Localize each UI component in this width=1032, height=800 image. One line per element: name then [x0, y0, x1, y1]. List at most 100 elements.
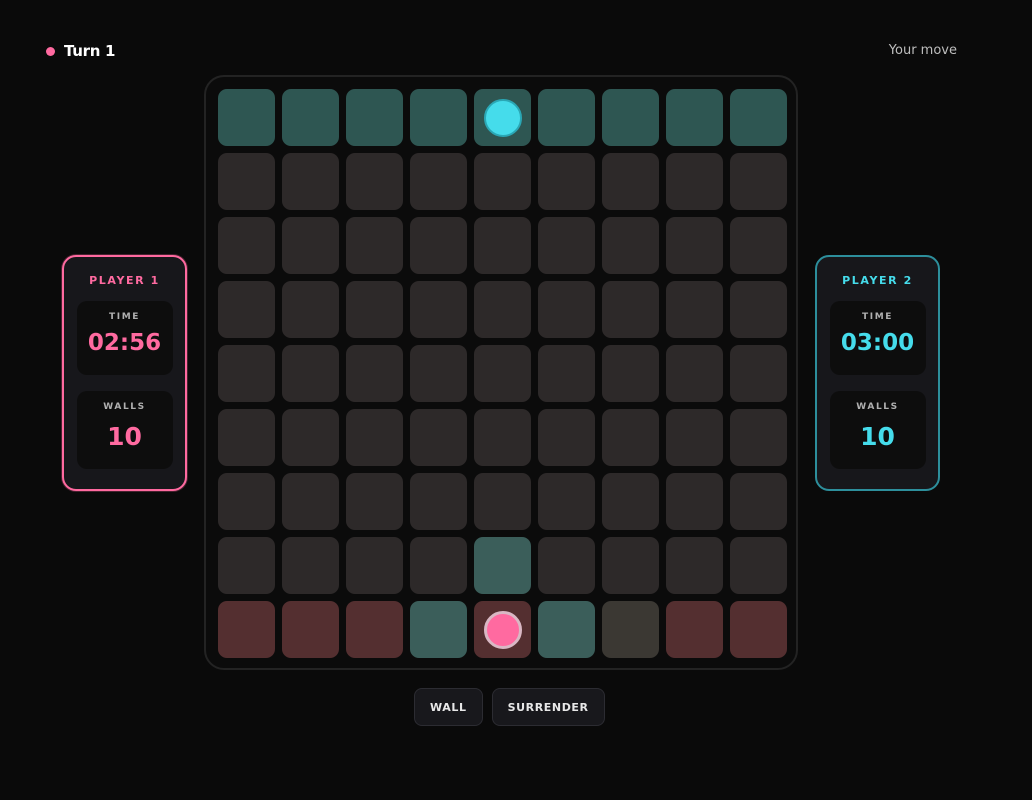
- game-page: Turn 1 Your move PLAYER 1 TIME 02:56 WAL…: [0, 0, 1032, 800]
- goal-cell[interactable]: [666, 601, 723, 658]
- board-cell[interactable]: [602, 281, 659, 338]
- board-cell[interactable]: [346, 153, 403, 210]
- goal-cell[interactable]: [538, 89, 595, 146]
- board-cell[interactable]: [474, 345, 531, 402]
- turn-indicator: Turn 1: [46, 42, 116, 60]
- board-cell[interactable]: [218, 473, 275, 530]
- board-cell[interactable]: [602, 153, 659, 210]
- board-cell[interactable]: [218, 153, 275, 210]
- valid-move-cell[interactable]: [474, 537, 531, 594]
- board-cell[interactable]: [282, 281, 339, 338]
- board-cell[interactable]: [346, 409, 403, 466]
- goal-cell[interactable]: [602, 601, 659, 658]
- board-cell[interactable]: [538, 409, 595, 466]
- board-cell[interactable]: [474, 409, 531, 466]
- board-cell[interactable]: [410, 345, 467, 402]
- board-cell[interactable]: [346, 217, 403, 274]
- board-cell[interactable]: [474, 281, 531, 338]
- player-2-walls: 10: [860, 422, 895, 451]
- board-cell[interactable]: [730, 473, 787, 530]
- board-cell[interactable]: [602, 345, 659, 402]
- board-cell[interactable]: [730, 217, 787, 274]
- goal-cell[interactable]: [474, 89, 531, 146]
- player-2-time-label: TIME: [862, 312, 893, 322]
- board-cell[interactable]: [602, 473, 659, 530]
- goal-cell[interactable]: [218, 601, 275, 658]
- board-cell[interactable]: [282, 473, 339, 530]
- board-cell[interactable]: [730, 345, 787, 402]
- board-cell[interactable]: [602, 217, 659, 274]
- board-cell[interactable]: [538, 345, 595, 402]
- player-1-walls-label: WALLS: [103, 402, 146, 412]
- board-cell[interactable]: [410, 217, 467, 274]
- board-cell[interactable]: [410, 473, 467, 530]
- board-cell[interactable]: [730, 409, 787, 466]
- game-board: [204, 75, 798, 670]
- board-cell[interactable]: [666, 537, 723, 594]
- goal-cell[interactable]: [730, 601, 787, 658]
- board-cell[interactable]: [282, 345, 339, 402]
- board-cell[interactable]: [218, 217, 275, 274]
- board-cell[interactable]: [346, 537, 403, 594]
- board-cell[interactable]: [474, 473, 531, 530]
- turn-dot-icon: [46, 46, 55, 56]
- board-cell[interactable]: [410, 537, 467, 594]
- player-2-walls-label: WALLS: [856, 402, 899, 412]
- goal-cell[interactable]: [346, 89, 403, 146]
- board-cell[interactable]: [474, 153, 531, 210]
- board-cell[interactable]: [666, 217, 723, 274]
- board-cell[interactable]: [538, 217, 595, 274]
- goal-cell[interactable]: [218, 89, 275, 146]
- board-cell[interactable]: [474, 217, 531, 274]
- goal-cell[interactable]: [730, 89, 787, 146]
- board-cell[interactable]: [730, 281, 787, 338]
- board-cell[interactable]: [410, 153, 467, 210]
- board-cell[interactable]: [282, 153, 339, 210]
- board-cell[interactable]: [666, 473, 723, 530]
- goal-cell[interactable]: [282, 89, 339, 146]
- board-cell[interactable]: [282, 537, 339, 594]
- player-1-time: 02:56: [87, 330, 162, 356]
- board-cell[interactable]: [666, 345, 723, 402]
- goal-cell[interactable]: [282, 601, 339, 658]
- board-cell[interactable]: [538, 473, 595, 530]
- board-cell[interactable]: [346, 473, 403, 530]
- board-cell[interactable]: [346, 345, 403, 402]
- board-cell[interactable]: [538, 153, 595, 210]
- board-cell[interactable]: [410, 409, 467, 466]
- board-cell[interactable]: [666, 153, 723, 210]
- board-cell[interactable]: [602, 409, 659, 466]
- goal-cell[interactable]: [410, 89, 467, 146]
- player-2-time-box: TIME 03:00: [829, 301, 926, 375]
- valid-move-cell[interactable]: [410, 601, 467, 658]
- player-2-name: PLAYER 2: [842, 274, 913, 287]
- wall-button[interactable]: WALL: [414, 688, 483, 726]
- player-2-time: 03:00: [840, 330, 915, 356]
- goal-cell[interactable]: [474, 601, 531, 658]
- goal-cell[interactable]: [602, 89, 659, 146]
- goal-cell[interactable]: [346, 601, 403, 658]
- status-text: Your move: [888, 43, 957, 58]
- surrender-button[interactable]: SURRENDER: [491, 688, 605, 726]
- player-1-walls: 10: [107, 422, 142, 451]
- board-cell[interactable]: [602, 537, 659, 594]
- board-cell[interactable]: [218, 409, 275, 466]
- board-cell[interactable]: [282, 409, 339, 466]
- board-cell[interactable]: [282, 217, 339, 274]
- player-1-pawn[interactable]: [483, 610, 522, 649]
- board-cell[interactable]: [666, 281, 723, 338]
- board-cell[interactable]: [218, 281, 275, 338]
- valid-move-cell[interactable]: [538, 601, 595, 658]
- player-1-time-label: TIME: [109, 312, 140, 322]
- board-cell[interactable]: [218, 537, 275, 594]
- board-cell[interactable]: [410, 281, 467, 338]
- board-cell[interactable]: [538, 537, 595, 594]
- board-cell[interactable]: [730, 537, 787, 594]
- player-1-time-box: TIME 02:56: [76, 301, 173, 375]
- board-cell[interactable]: [346, 281, 403, 338]
- board-cell[interactable]: [538, 281, 595, 338]
- goal-cell[interactable]: [666, 89, 723, 146]
- board-cell[interactable]: [730, 153, 787, 210]
- board-cell[interactable]: [218, 345, 275, 402]
- board-cell[interactable]: [666, 409, 723, 466]
